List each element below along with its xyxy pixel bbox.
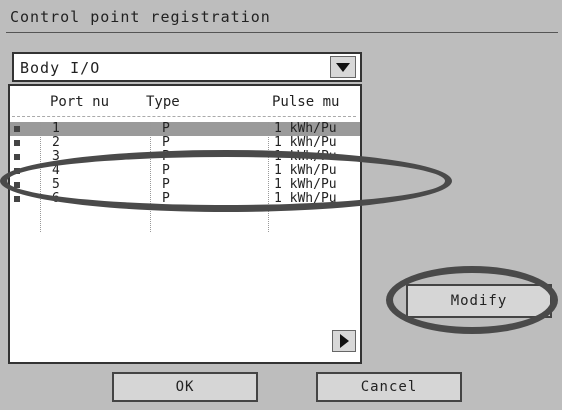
row-marker [14,182,20,188]
row-marker [14,168,20,174]
column-divider [268,122,269,232]
cell-port: 4 [52,163,60,178]
row-marker [14,126,20,132]
cell-type: P [162,149,170,164]
table-row[interactable]: 4 P 1 kWh/Pu [10,164,360,178]
column-divider [150,122,151,232]
control-point-list[interactable]: Port nu Type Pulse mu 1 P 1 kWh/Pu 2 P 1 kWh/… [8,84,362,364]
cell-pulse: 1 kWh/Pu [274,121,337,136]
cell-port: 5 [52,177,60,192]
row-marker [14,140,20,146]
list-header: Port nu Type Pulse mu [10,94,360,116]
cell-type: P [162,191,170,206]
cell-type: P [162,177,170,192]
row-marker [14,154,20,160]
cell-type: P [162,121,170,136]
cell-pulse: 1 kWh/Pu [274,191,337,206]
cancel-button[interactable]: Cancel [316,372,462,402]
triangle-down-icon [336,62,350,72]
table-row[interactable]: 5 P 1 kWh/Pu [10,178,360,192]
modify-button[interactable]: Modify [406,284,552,318]
control-point-dialog: Control point registration Body I/O Port… [0,0,562,410]
cell-type: P [162,135,170,150]
cell-port: 6 [52,191,60,206]
body-io-dropdown[interactable]: Body I/O [12,52,362,82]
cell-pulse: 1 kWh/Pu [274,135,337,150]
table-row[interactable]: 3 P 1 kWh/Pu [10,150,360,164]
dialog-title: Control point registration [10,8,271,26]
header-divider [12,116,356,117]
header-port: Port nu [50,94,110,110]
header-type: Type [146,94,180,110]
cell-port: 3 [52,149,60,164]
cell-type: P [162,163,170,178]
column-divider [40,122,41,232]
cell-port: 1 [52,121,60,136]
table-row[interactable]: 2 P 1 kWh/Pu [10,136,360,150]
ok-button[interactable]: OK [112,372,258,402]
cell-pulse: 1 kWh/Pu [274,149,337,164]
header-pulse: Pulse mu [272,94,340,110]
title-divider [6,32,558,33]
triangle-right-icon [339,334,349,348]
cell-pulse: 1 kWh/Pu [274,177,337,192]
row-marker [14,196,20,202]
cell-pulse: 1 kWh/Pu [274,163,337,178]
table-row[interactable]: 1 P 1 kWh/Pu [10,122,360,136]
dropdown-arrow-button[interactable] [330,56,356,78]
cell-port: 2 [52,135,60,150]
scroll-right-button[interactable] [332,330,356,352]
dropdown-value: Body I/O [20,59,101,77]
list-rows: 1 P 1 kWh/Pu 2 P 1 kWh/Pu 3 P 1 kWh/Pu 4 P 1 kWh/Pu… [10,122,360,206]
table-row[interactable]: 6 P 1 kWh/Pu [10,192,360,206]
